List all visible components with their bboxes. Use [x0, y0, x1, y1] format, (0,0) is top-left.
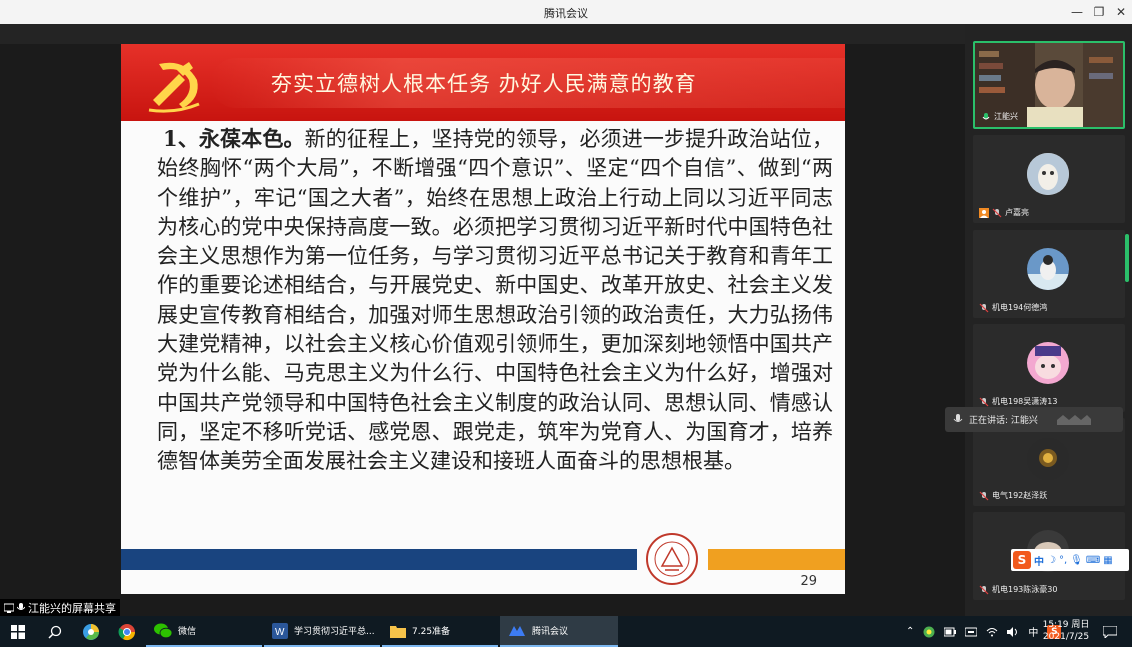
close-button[interactable]: ✕ [1107, 0, 1132, 24]
user-badge-icon [979, 207, 989, 218]
footer-blue-bar [121, 549, 637, 570]
taskbar-pinned-app[interactable] [110, 616, 144, 647]
footer-orange-bar [708, 549, 845, 570]
screen-share-label[interactable]: 江能兴的屏幕共享 [0, 599, 120, 616]
ime-voice-icon[interactable]: 🎙 [1070, 555, 1083, 566]
mic-icon [953, 414, 963, 422]
folder-icon [390, 625, 406, 638]
battery-icon[interactable] [944, 627, 957, 637]
participant-name: 机电193陈泳豪30 [992, 585, 1058, 594]
audio-wave-icon [1057, 415, 1091, 425]
word-icon: W [272, 622, 288, 639]
slide-title: 夯实立德树人根本任务 办好人民满意的教育 [271, 72, 697, 96]
taskbar-app-wechat[interactable]: 微信 [146, 616, 262, 647]
volume-icon[interactable] [1007, 626, 1019, 637]
slide-heading: 1、永葆本色。 [163, 126, 305, 151]
participant-name: 电气192赵泽跃 [992, 491, 1048, 500]
notification-center-button[interactable] [1096, 616, 1124, 647]
taskbar: 微信 W 学习贯彻习近平总... 7.25准备 腾讯会议 ⌃ 中 S 15:19… [0, 616, 1132, 647]
speaking-indicator: 正在讲话: 江能兴 [945, 407, 1123, 432]
participant-name: 机电194何德鸿 [992, 303, 1048, 312]
participant-tile[interactable]: 卢嘉亮 [973, 135, 1125, 223]
participant-tile[interactable]: 机电198吴潇涛13 [973, 324, 1125, 412]
system-tray: ⌃ 中 S [906, 616, 1062, 647]
participant-tile[interactable]: 江能兴 [973, 41, 1125, 129]
tray-chevron-icon[interactable]: ⌃ [906, 626, 914, 637]
chrome-icon [118, 623, 136, 640]
tencent-meeting-icon [509, 625, 525, 636]
slide-header: 夯实立德树人根本任务 办好人民满意的教育 [121, 44, 845, 121]
wechat-icon [154, 623, 172, 638]
mic-off-icon [992, 208, 1002, 217]
screen-share-icon [4, 603, 14, 613]
participant-name-tag: 卢嘉亮 [979, 206, 1029, 219]
title-bar: 腾讯会议 — ❐ ✕ [0, 0, 1132, 24]
slide-body-text: 新的征程上，坚持党的领导，必须进一步提升政治站位，始终胸怀“两个大局”，不断增强… [157, 127, 833, 474]
taskbar-app-tencent-meeting[interactable]: 腾讯会议 [500, 616, 618, 647]
page-number: 29 [800, 574, 817, 589]
shared-slide: 夯实立德树人根本任务 办好人民满意的教育 1、永葆本色。新的征程上，坚持党的领导… [121, 44, 845, 594]
search-icon [48, 625, 62, 639]
notification-icon [1103, 625, 1117, 638]
sidebar-scrollbar[interactable] [1125, 234, 1129, 282]
speaking-label: 正在讲话: 江能兴 [969, 416, 1038, 426]
meeting-area: 夯实立德树人根本任务 办好人民满意的教育 1、永葆本色。新的征程上，坚持党的领导… [0, 24, 1132, 616]
360-browser-icon [83, 623, 99, 640]
participant-name: 机电198吴潇涛13 [992, 397, 1058, 406]
taskbar-app-label: 微信 [178, 627, 197, 637]
avatar [1027, 153, 1069, 195]
mic-off-icon [979, 397, 989, 406]
ime-toolbar[interactable]: S 中 ☽ °, 🎙 ⌨ ▦ [1011, 549, 1129, 571]
ime-toolbox-icon[interactable]: ▦ [1103, 555, 1112, 566]
ime-keyboard-icon[interactable]: ⌨ [1086, 555, 1100, 566]
avatar [1027, 248, 1069, 290]
participant-tile[interactable]: 机电194何德鸿 [973, 230, 1125, 318]
avatar [1027, 342, 1069, 384]
participant-name-tag: 机电193陈泳豪30 [979, 583, 1057, 596]
start-button[interactable] [0, 616, 36, 647]
mic-off-icon [979, 491, 989, 500]
ime-punctuation-icon[interactable]: °, [1059, 555, 1067, 566]
avatar [1027, 438, 1069, 480]
taskbar-pinned-app[interactable] [74, 616, 108, 647]
windows-logo-icon [11, 624, 25, 639]
mic-icon [17, 602, 25, 610]
input-mode-indicator[interactable]: 中 [1028, 624, 1038, 639]
window-title: 腾讯会议 [544, 7, 588, 20]
participant-name: 卢嘉亮 [1005, 208, 1029, 217]
taskbar-app-folder[interactable]: 7.25准备 [382, 616, 498, 647]
taskbar-app-label: 腾讯会议 [532, 627, 569, 637]
clock-date: 2021/7/25 [1042, 632, 1090, 642]
svg-text:W: W [275, 627, 285, 638]
screen-share-text: 江能兴的屏幕共享 [28, 601, 116, 615]
ime-moon-icon[interactable]: ☽ [1047, 555, 1056, 566]
participant-name-tag: 电气192赵泽跃 [979, 489, 1047, 502]
participant-name-tag: 江能兴 [981, 110, 1018, 123]
top-strip [0, 24, 965, 44]
mic-off-icon [979, 303, 989, 312]
sogou-ime-icon[interactable]: S [1013, 551, 1031, 569]
participant-name-tag: 机电194何德鸿 [979, 301, 1047, 314]
tray-media-icon[interactable] [965, 627, 978, 637]
wifi-icon[interactable] [986, 627, 998, 637]
ime-mode-toggle[interactable]: 中 [1034, 553, 1044, 568]
party-emblem-icon [148, 62, 200, 113]
search-button[interactable] [38, 616, 72, 647]
taskbar-app-label: 7.25准备 [412, 627, 451, 637]
mic-on-icon [982, 112, 990, 119]
screen: 腾讯会议 — ❐ ✕ 夯实立德树人根本任务 办好人民满意的教育 1、永葆本色。新… [0, 0, 1132, 647]
school-seal-icon [646, 533, 698, 585]
participant-name: 江能兴 [994, 112, 1018, 121]
taskbar-app-word[interactable]: W 学习贯彻习近平总... [264, 616, 380, 647]
tray-app-icon[interactable] [923, 626, 935, 638]
system-clock[interactable]: 15:19 周日 2021/7/25 [1040, 619, 1092, 643]
slide-body: 1、永葆本色。新的征程上，坚持党的领导，必须进一步提升政治站位，始终胸怀“两个大… [157, 124, 833, 477]
mic-off-icon [979, 585, 989, 594]
clock-time: 15:19 周日 [1042, 620, 1090, 630]
taskbar-app-label: 学习贯彻习近平总... [294, 627, 375, 637]
